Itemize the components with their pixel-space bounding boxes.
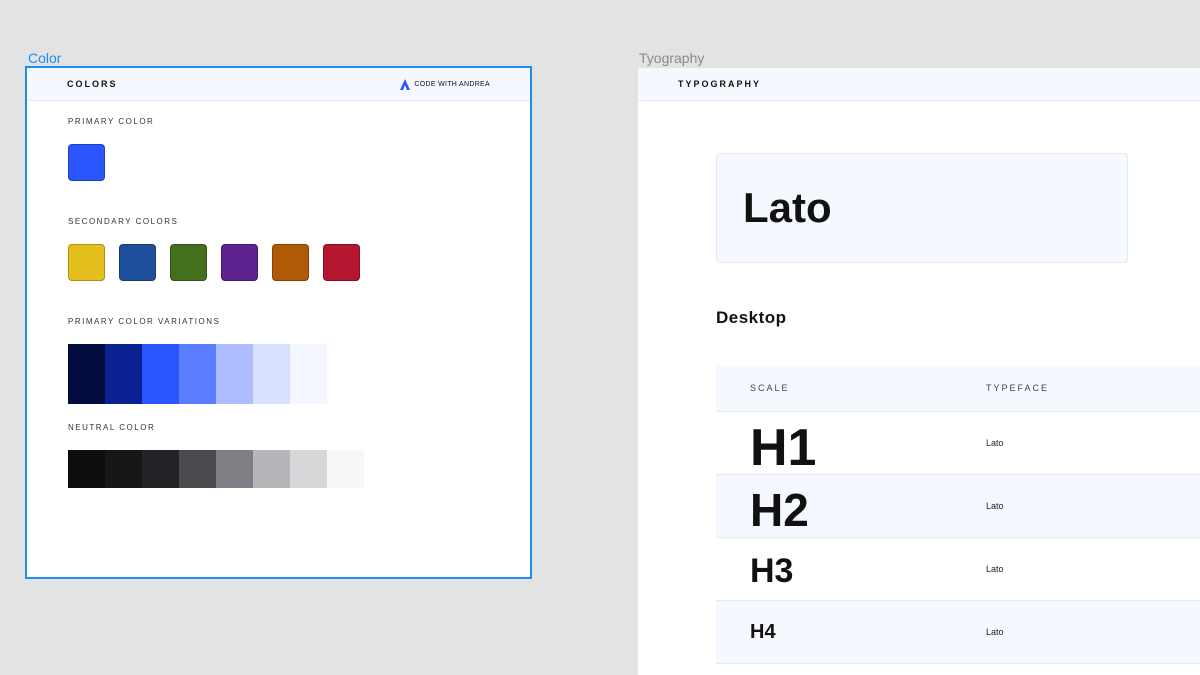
neutral-swatch[interactable] (105, 450, 142, 488)
desktop-heading: Desktop (716, 308, 787, 327)
typeface-cell: Lato (986, 564, 1004, 574)
colors-title: COLORS (67, 79, 118, 89)
variation-swatch[interactable] (142, 344, 179, 404)
brand-logo: CODE WITH ANDREA (400, 78, 490, 90)
typeface-cell: Lato (986, 627, 1004, 637)
typography-title: TYPOGRAPHY (678, 79, 762, 89)
secondary-swatch[interactable] (119, 244, 156, 281)
variation-swatch[interactable] (253, 344, 290, 404)
scale-h4: H4 (750, 621, 776, 643)
secondary-swatch[interactable] (170, 244, 207, 281)
secondary-swatch[interactable] (68, 244, 105, 281)
neutral-swatch[interactable] (68, 450, 105, 488)
table-header: SCALE TYPEFACE (716, 366, 1200, 412)
neutral-swatch[interactable] (216, 450, 253, 488)
type-scale-table: SCALE TYPEFACE H1 Lato H2 Lato H3 Lato H… (716, 366, 1200, 664)
typography-frame[interactable]: TYPOGRAPHY Lato Desktop SCALE TYPEFACE H… (638, 68, 1200, 675)
scale-h3: H3 (750, 552, 794, 590)
neutral-swatch[interactable] (142, 450, 179, 488)
table-row: H1 Lato (716, 412, 1200, 477)
neutral-color-label: NEUTRAL COLOR (68, 423, 156, 432)
typography-frame-label[interactable]: Tyography (639, 50, 704, 66)
neutral-strip (68, 450, 364, 488)
table-row: H3 Lato (716, 538, 1200, 601)
secondary-colors-label: SECONDARY COLORS (68, 217, 179, 226)
colors-header: COLORS CODE WITH ANDREA (27, 68, 530, 101)
neutral-swatch[interactable] (179, 450, 216, 488)
table-row: H2 Lato (716, 475, 1200, 538)
typeface-cell: Lato (986, 501, 1004, 511)
col-typeface: TYPEFACE (986, 383, 1050, 393)
neutral-swatch[interactable] (253, 450, 290, 488)
brand-name: CODE WITH ANDREA (414, 80, 490, 88)
primary-variations-label: PRIMARY COLOR VARIATIONS (68, 317, 221, 326)
font-card: Lato (716, 153, 1128, 263)
primary-color-label: PRIMARY COLOR (68, 117, 155, 126)
color-frame[interactable]: COLORS CODE WITH ANDREA PRIMARY COLOR SE… (25, 66, 532, 579)
variation-swatch[interactable] (290, 344, 327, 404)
color-frame-label[interactable]: Color (28, 50, 61, 66)
scale-h1: H1 (750, 419, 817, 477)
primary-variations-strip (68, 344, 327, 404)
secondary-swatch[interactable] (221, 244, 258, 281)
neutral-swatch[interactable] (327, 450, 364, 488)
secondary-swatch[interactable] (272, 244, 309, 281)
secondary-swatch[interactable] (323, 244, 360, 281)
typeface-cell: Lato (986, 438, 1004, 448)
variation-swatch[interactable] (179, 344, 216, 404)
scale-h2: H2 (750, 484, 809, 536)
variation-swatch[interactable] (105, 344, 142, 404)
col-scale: SCALE (750, 383, 790, 393)
variation-swatch[interactable] (216, 344, 253, 404)
neutral-swatch[interactable] (290, 450, 327, 488)
font-name: Lato (743, 184, 832, 231)
primary-swatch[interactable] (68, 144, 105, 181)
brand-a-icon (400, 78, 411, 90)
table-row: H4 Lato (716, 601, 1200, 664)
variation-swatch[interactable] (68, 344, 105, 404)
typography-header: TYPOGRAPHY (638, 68, 1200, 101)
